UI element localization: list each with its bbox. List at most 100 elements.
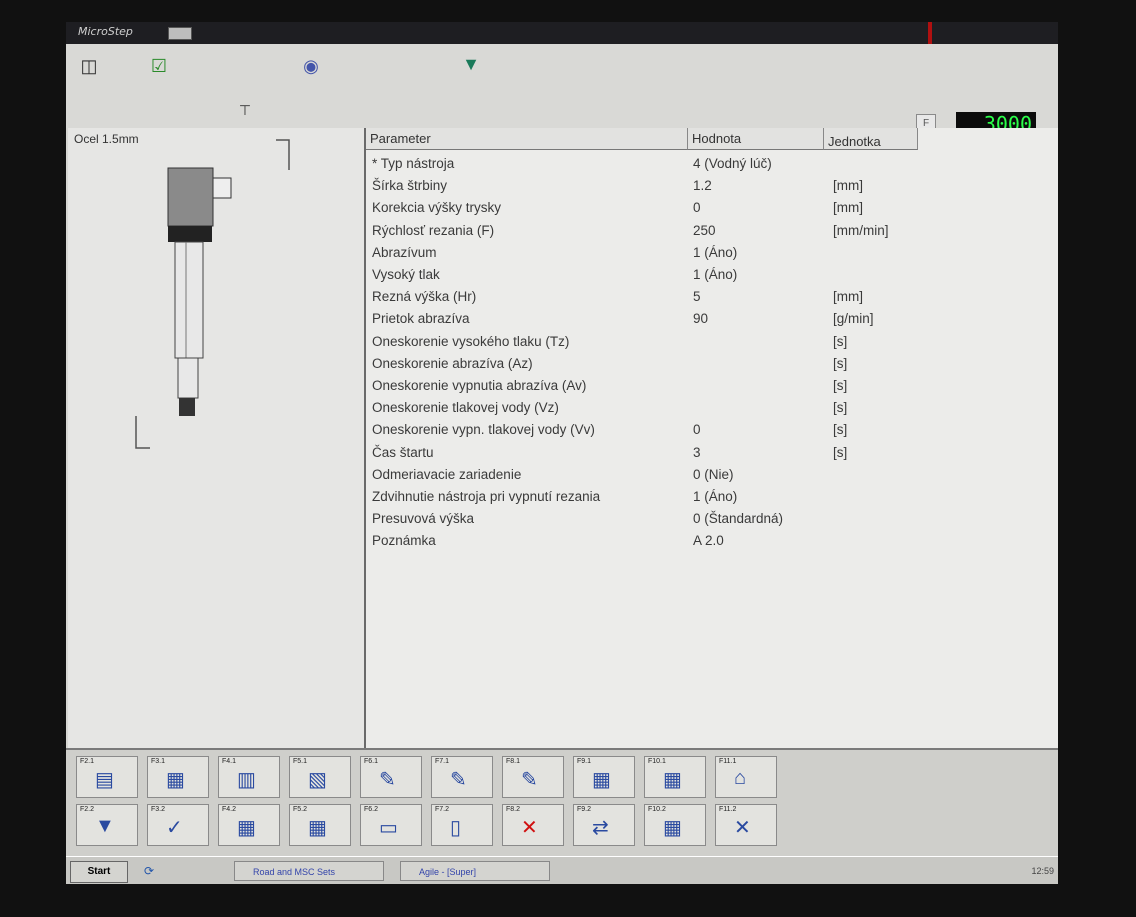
function-icon: ⇄ — [592, 817, 609, 839]
cell-value: 1 (Áno) — [693, 244, 738, 260]
table-row[interactable]: Presuvová výška 0 (Štandardná) — [366, 509, 1058, 529]
function-button-f2-1[interactable]: F2.1 ▤ — [76, 756, 138, 798]
function-button-f10-2[interactable]: F10.2 ▦ — [644, 804, 706, 846]
cell-unit: [s] — [833, 400, 848, 416]
table-row[interactable]: Oneskorenie abrazíva (Az) [s] — [366, 354, 1058, 374]
function-icon: ✎ — [450, 769, 467, 791]
column-header-value[interactable]: Hodnota — [688, 128, 824, 150]
cell-parameter: Oneskorenie vysokého tlaku (Tz) — [372, 333, 570, 349]
target-icon[interactable]: ◉ — [298, 54, 324, 78]
table-row[interactable]: Oneskorenie vysokého tlaku (Tz) [s] — [366, 332, 1058, 352]
function-icon: ⌂ — [734, 767, 747, 789]
function-icon: ✕ — [521, 817, 538, 839]
table-row[interactable]: * Typ nástroja 4 (Vodný lúč) — [366, 154, 1058, 174]
function-button-label: F11.1 — [719, 758, 737, 765]
function-icon: ✎ — [521, 769, 538, 791]
table-row[interactable]: Rýchlosť rezania (F) 250 [mm/min] — [366, 221, 1058, 241]
table-row[interactable]: Oneskorenie vypnutia abrazíva (Av) [s] — [366, 376, 1058, 396]
function-button-f2-2[interactable]: F2.2 ▼ — [76, 804, 138, 846]
function-icon: ▯ — [450, 817, 462, 839]
table-row[interactable]: Odmeriavacie zariadenie 0 (Nie) — [366, 465, 1058, 485]
column-header-parameter[interactable]: Parameter — [366, 128, 688, 150]
function-icon: ✎ — [379, 769, 396, 791]
cell-unit: [mm] — [833, 200, 863, 216]
table-row[interactable]: Rezná výška (Hr) 5 [mm] — [366, 287, 1058, 307]
taskbar-task-1[interactable]: Road and MSC Sets — [234, 861, 384, 881]
table-row[interactable]: Zdvihnutie nástroja pri vypnutí rezania 1… — [366, 487, 1058, 507]
screen: MicroStep ◫ ☑ ◉ ▼ ⊤ F 3000 Ocel 1.5mm Pa… — [66, 22, 1058, 884]
function-button-f3-2[interactable]: F3.2 ✓ — [147, 804, 209, 846]
function-button-f8-2[interactable]: F8.2 ✕ — [502, 804, 564, 846]
function-button-label: F3.1 — [151, 758, 166, 765]
minimize-button[interactable] — [168, 27, 192, 40]
function-button-label: F2.2 — [80, 806, 95, 813]
function-button-f9-2[interactable]: F9.2 ⇄ — [573, 804, 635, 846]
function-button-label: F10.2 — [648, 806, 666, 813]
function-button-f11-2[interactable]: F11.2 ✕ — [715, 804, 777, 846]
function-button-label: F8.2 — [506, 806, 521, 813]
cell-unit: [s] — [833, 422, 848, 438]
function-button-label: F2.1 — [80, 758, 95, 765]
function-button-f6-1[interactable]: F6.1 ✎ — [360, 756, 422, 798]
nozzle-icon[interactable]: ▼ — [458, 52, 484, 76]
function-button-f11-1[interactable]: F11.1 ⌂ — [715, 756, 777, 798]
function-button-f6-2[interactable]: F6.2 ▭ — [360, 804, 422, 846]
function-button-label: F9.1 — [577, 758, 592, 765]
cell-parameter: Rezná výška (Hr) — [372, 289, 477, 305]
function-button-f7-2[interactable]: F7.2 ▯ — [431, 804, 493, 846]
cell-unit: [mm/min] — [833, 222, 889, 238]
column-header-unit[interactable]: Jednotka — [824, 128, 918, 150]
taskbar-task-2[interactable]: Agile - [Super] — [400, 861, 550, 881]
function-button-f4-2[interactable]: F4.2 ▦ — [218, 804, 280, 846]
function-button-f8-1[interactable]: F8.1 ✎ — [502, 756, 564, 798]
table-row[interactable]: Čas štartu 3 [s] — [366, 443, 1058, 463]
function-icon: ▦ — [663, 817, 682, 839]
function-button-label: F7.1 — [435, 758, 450, 765]
start-button[interactable]: Start — [70, 861, 128, 883]
cell-value: 5 — [693, 289, 701, 305]
cell-value: 0 (Štandardná) — [693, 511, 784, 527]
cell-unit: [s] — [833, 333, 848, 349]
table-row[interactable]: Poznámka A 2.0 — [366, 531, 1058, 551]
function-button-label: F11.2 — [719, 806, 737, 813]
tool-preview-panel: Ocel 1.5mm — [68, 128, 366, 748]
table-row[interactable]: Vysoký tlak 1 (Áno) — [366, 265, 1058, 285]
cell-parameter: Šírka štrbiny — [372, 178, 448, 194]
function-button-f5-2[interactable]: F5.2 ▦ — [289, 804, 351, 846]
function-button-label: F5.1 — [293, 758, 308, 765]
checklist-icon[interactable]: ☑ — [146, 54, 172, 78]
function-button-label: F9.2 — [577, 806, 592, 813]
function-icon: ✓ — [166, 817, 183, 839]
exit-icon[interactable]: ◫ — [76, 54, 102, 78]
function-button-f10-1[interactable]: F10.1 ▦ — [644, 756, 706, 798]
table-row[interactable]: Korekcia výšky trysky 0 [mm] — [366, 198, 1058, 218]
quicklaunch-icon[interactable]: ⟳ — [136, 859, 162, 883]
cell-parameter: Oneskorenie vypnutia abrazíva (Av) — [372, 378, 587, 393]
tool-height-icon[interactable]: ⊤ — [232, 98, 258, 122]
table-row[interactable]: Šírka štrbiny 1.2 [mm] — [366, 176, 1058, 196]
table-row[interactable]: Prietok abrazíva 90 [g/min] — [366, 309, 1058, 329]
function-button-f7-1[interactable]: F7.1 ✎ — [431, 756, 493, 798]
function-button-label: F6.2 — [364, 806, 379, 813]
function-button-label: F8.1 — [506, 758, 521, 765]
table-row[interactable]: Abrazívum 1 (Áno) — [366, 243, 1058, 263]
cell-parameter: Oneskorenie vypn. tlakovej vody (Vv) — [372, 422, 595, 438]
function-button-bar: F2.1 ▤ F3.1 ▦ F4.1 ▥ F5.1 ▧ F6.1 ✎ F7.1 ✎ F8.1 ✎ F9.1 ▦… — [66, 748, 1058, 858]
function-button-label: F4.1 — [222, 758, 237, 765]
function-button-f9-1[interactable]: F9.1 ▦ — [573, 756, 635, 798]
cell-value: 1.2 — [693, 178, 712, 194]
function-icon: ▧ — [308, 769, 327, 791]
function-button-f4-1[interactable]: F4.1 ▥ — [218, 756, 280, 798]
cell-parameter: Čas štartu — [372, 444, 434, 460]
function-button-f5-1[interactable]: F5.1 ▧ — [289, 756, 351, 798]
cell-value: 3 — [693, 444, 701, 460]
table-row[interactable]: Oneskorenie vypn. tlakovej vody (Vv) 0 [s] — [366, 420, 1058, 440]
cell-parameter: Oneskorenie abrazíva (Az) — [372, 355, 533, 371]
function-icon: ✕ — [734, 817, 751, 839]
waterjet-head-drawing — [135, 139, 290, 449]
table-row[interactable]: Oneskorenie tlakovej vody (Vz) [s] — [366, 398, 1058, 418]
cell-value: 0 (Nie) — [693, 466, 734, 482]
cell-value: 90 — [693, 311, 709, 327]
function-button-f3-1[interactable]: F3.1 ▦ — [147, 756, 209, 798]
title-bar: MicroStep — [66, 22, 1058, 44]
